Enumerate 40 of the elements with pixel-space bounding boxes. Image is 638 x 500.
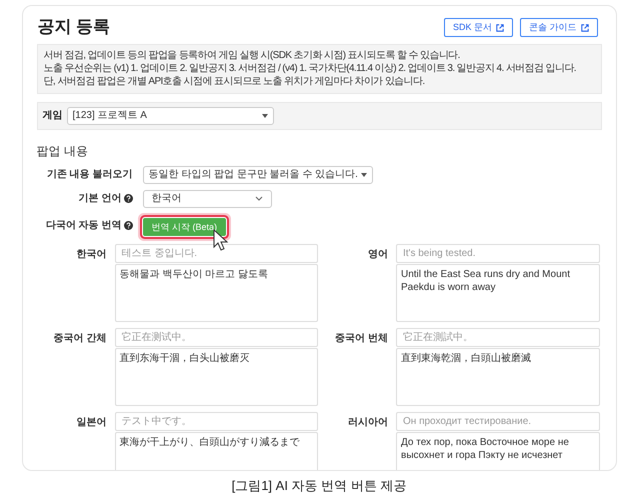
load-label: 기존 내용 불러오기 [46,168,134,182]
caret-icon [360,172,367,176]
notice-text: 단, 서버점검 팝업은 개별 API호출 시점에 표시되므로 노출 위치가 게임마다 차이가 있습니다. [44,76,426,88]
language-label: 중국어 간체 [52,332,108,346]
caret-icon [262,114,268,118]
page-title: 공지 등록 [36,16,110,38]
doc-link-button[interactable]: 콘솔 가이드 [520,18,598,38]
help-icon [124,221,132,230]
auto-translate-label: 다국어 자동 번역 [46,219,122,233]
content-field[interactable]: 東海が干上がり、白頭山がすり減るまで [114,432,318,470]
content-field[interactable]: 直到東海乾涸，白頭山被磨滅 [396,348,600,406]
base-language-label: 기본 언어 [78,192,122,206]
help-icon [124,194,132,203]
summary-field[interactable]: 它正在测试中。 [114,328,318,346]
content-field[interactable]: Until the East Sea runs dry and Mount Paekdu is worn away [396,264,600,322]
language-label: 한국어 [76,248,108,262]
load-select[interactable]: 동일한 타입의 팝업 문구만 불러올 수 있습니다. [142,166,373,184]
external-link-icon [580,24,588,32]
base-language-select[interactable]: 한국어 [142,190,272,208]
language-label: 영어 [367,248,389,262]
language-label: 일본어 [76,416,108,430]
game-label: 게임 [42,109,62,123]
summary-field[interactable]: テスト中です。 [114,412,318,430]
content-field[interactable]: 直到东海干涸，白头山被磨灭 [114,348,318,406]
doc-link-button[interactable]: SDK 문서 [444,18,513,38]
summary-field[interactable]: 它正在測試中。 [396,328,600,346]
summary-field[interactable]: 테스트 중입니다. [114,244,318,262]
summary-field[interactable]: Он проходит тестирование. [396,412,600,430]
language-label: 중국어 번체 [334,332,389,346]
language-label: 러시아어 [347,416,389,430]
section-title: 팝업 내용 [36,144,88,158]
content-field[interactable]: 동해물과 백두산이 마르고 닳도록 [114,264,318,322]
game-select[interactable]: [123] 프로젝트 A [66,106,274,124]
notice-text: 서버 점검, 업데이트 등의 팝업을 등록하여 게임 실행 시(SDK 초기화 시점) 표시되도록 할 수 있습니다. [44,50,461,62]
external-link-icon [496,24,504,32]
summary-field[interactable]: It's being tested. [396,244,600,262]
notice-text: 노출 우선순위는 (v1) 1. 업데이트 2. 일반공지 3. 서버점검 / (v4) 1. 국가차단(4.11.4 이상) 2. 업데이트 3. 일반공지 4. 서버점검 입니다. [44,62,577,74]
chevron-icon [254,196,262,201]
figure-caption: [그림1] AI 자동 번역 버튼 제공 [232,477,406,495]
content-field[interactable]: До тех пор, пока Восточное море не высохнет и гора Пэкту не исчезнет [396,432,600,470]
